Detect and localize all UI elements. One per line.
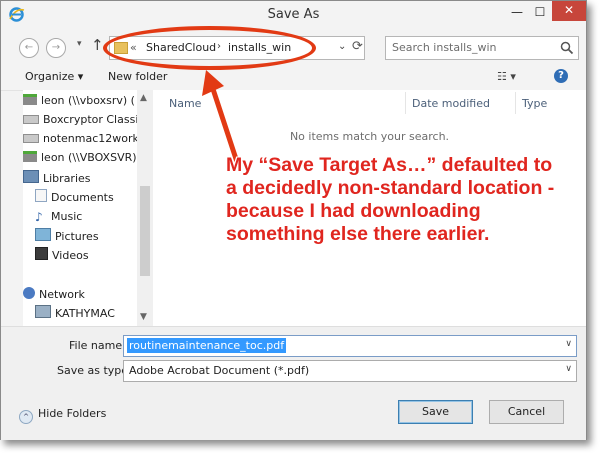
up-button[interactable]: ↑ [91, 36, 104, 54]
organize-button[interactable]: Organize ▾ [25, 70, 83, 83]
sidebar-item-label: leon (\\vboxsrv) ( [41, 94, 135, 107]
column-header-type[interactable]: Type [522, 97, 547, 110]
videos-icon [35, 247, 48, 260]
forward-button[interactable]: → [46, 38, 66, 58]
command-toolbar: Organize ▾ New folder ☷ ▾ ? [1, 63, 586, 91]
drive-icon [23, 115, 39, 124]
scroll-up-icon[interactable]: ▲ [140, 93, 147, 103]
sidebar-item-label: Pictures [55, 230, 99, 243]
title-bar: Save As — ☐ ✕ [1, 1, 586, 29]
sidebar-item-label: Videos [52, 249, 89, 262]
sidebar-item-libraries[interactable]: Libraries [23, 170, 91, 188]
network-icon [23, 287, 35, 299]
sidebar-item-kathymac[interactable]: KATHYMAC [35, 305, 115, 323]
sidebar-item-label: Network [39, 288, 85, 301]
sidebar-item-label: Boxcryptor Classi [43, 113, 137, 126]
sidebar-item-network[interactable]: Network [23, 286, 85, 304]
refresh-icon[interactable]: ⟳ [352, 39, 363, 54]
search-input[interactable]: Search installs_win [385, 36, 579, 60]
back-button[interactable]: ← [19, 38, 39, 58]
file-name-label: File name: [69, 339, 126, 352]
sidebar-item-label: KATHYMAC [55, 307, 115, 320]
close-button[interactable]: ✕ [552, 1, 586, 21]
search-placeholder: Search installs_win [392, 41, 497, 54]
recent-locations-dropdown[interactable]: ▾ [77, 39, 82, 49]
save-as-type-value: Adobe Acrobat Document (*.pdf) [129, 364, 310, 377]
sidebar-item-leon-vboxsrv[interactable]: leon (\\vboxsrv) ( [23, 92, 135, 110]
scroll-down-icon[interactable]: ▼ [140, 312, 147, 322]
maximize-button[interactable]: ☐ [529, 3, 551, 21]
navigation-vertical-scrollbar[interactable]: ▲ ▼ [137, 90, 153, 326]
sidebar-item-videos[interactable]: Videos [35, 247, 89, 265]
computer-icon [35, 305, 51, 318]
help-icon[interactable]: ? [554, 69, 568, 83]
hide-folders-label: Hide Folders [38, 407, 107, 420]
file-name-field[interactable]: routinemaintenance_toc.pdf ∨ [123, 335, 577, 357]
column-header-date-modified[interactable]: Date modified [412, 97, 490, 110]
sidebar-item-label: Libraries [43, 172, 91, 185]
save-as-type-select[interactable]: Adobe Acrobat Document (*.pdf) ∨ [123, 360, 577, 382]
documents-icon [35, 189, 47, 202]
pictures-icon [35, 228, 51, 241]
sidebar-item-label: Music [51, 210, 83, 223]
drive-icon [23, 134, 39, 143]
column-divider[interactable] [515, 92, 516, 114]
hide-folders-button[interactable]: ^ Hide Folders [19, 407, 106, 424]
annotation-callout-text: My “Save Target As…” defaulted to a deci… [226, 154, 555, 245]
collapse-up-icon: ^ [19, 410, 33, 424]
address-dropdown-icon[interactable]: ⌄ [338, 41, 346, 52]
sidebar-item-documents[interactable]: Documents [35, 189, 114, 207]
sidebar-item-label: notenmac12work [43, 132, 137, 145]
column-divider[interactable] [405, 92, 406, 114]
navigation-pane[interactable]: leon (\\vboxsrv) ( Boxcryptor Classi not… [23, 90, 137, 326]
sidebar-item-label: leon (\\VBOXSVR) [41, 151, 137, 164]
network-drive-icon [23, 151, 37, 162]
sidebar-item-music[interactable]: ♪ Music [35, 208, 82, 226]
sidebar-item-leon-vboxsvr[interactable]: leon (\\VBOXSVR) [23, 149, 137, 167]
sidebar-item-notenmac12work[interactable]: notenmac12work [23, 130, 137, 148]
view-options-icon[interactable]: ☷ ▾ [497, 70, 516, 83]
libraries-icon [23, 170, 39, 183]
search-icon[interactable] [560, 41, 574, 55]
file-name-value[interactable]: routinemaintenance_toc.pdf [127, 338, 287, 353]
save-as-type-label: Save as type: [57, 364, 132, 377]
new-folder-button[interactable]: New folder [108, 70, 167, 83]
minimize-button[interactable]: — [506, 3, 528, 21]
dialog-title: Save As [267, 7, 320, 22]
vertical-scroll-thumb[interactable] [140, 186, 150, 276]
network-drive-icon [23, 94, 37, 105]
sidebar-item-pictures[interactable]: Pictures [35, 228, 99, 246]
sidebar-item-boxcryptor[interactable]: Boxcryptor Classi [23, 111, 137, 129]
save-options-panel: File name: routinemaintenance_toc.pdf ∨ … [1, 326, 586, 440]
chevron-down-icon[interactable]: ∨ [565, 339, 572, 349]
music-icon: ♪ [35, 210, 43, 224]
sidebar-item-label: Documents [51, 191, 114, 204]
save-button[interactable]: Save [398, 400, 473, 424]
chevron-down-icon[interactable]: ∨ [565, 364, 572, 374]
cancel-button[interactable]: Cancel [489, 400, 564, 424]
